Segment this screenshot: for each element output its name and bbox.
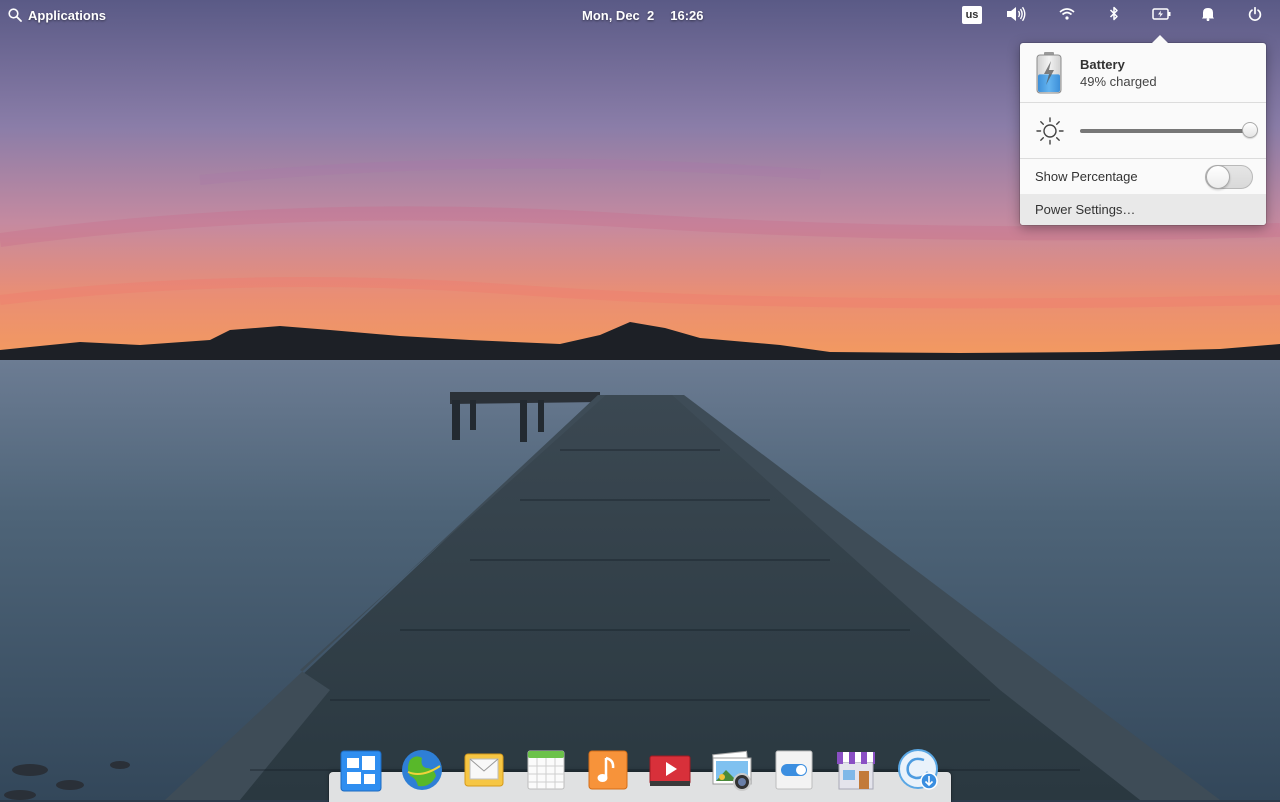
- show-percentage-label: Show Percentage: [1035, 169, 1138, 184]
- dock-item-videos[interactable]: [648, 748, 692, 792]
- date-time-indicator[interactable]: Mon, Dec 2 16:26: [582, 0, 704, 30]
- dock-item-system-settings[interactable]: [772, 748, 816, 792]
- calendar-icon: [527, 750, 565, 790]
- mail-icon: [464, 753, 504, 787]
- power-indicator[interactable]: [1149, 0, 1173, 30]
- bluetooth-icon: [1109, 6, 1119, 24]
- dock-item-calendar[interactable]: [524, 748, 568, 792]
- brightness-slider-track[interactable]: [1080, 129, 1250, 133]
- dock-item-installer[interactable]: [896, 748, 940, 792]
- system-settings-icon: [775, 750, 813, 790]
- appcenter-icon: [837, 752, 875, 790]
- power-icon: [1248, 6, 1262, 24]
- installer-icon: [898, 749, 938, 790]
- search-icon: [8, 8, 22, 22]
- dock-item-multitasking-view[interactable]: [338, 748, 382, 792]
- web-browser-icon: [402, 750, 442, 790]
- brightness-row: [1020, 103, 1266, 159]
- battery-status: 49% charged: [1080, 74, 1157, 89]
- music-icon: [588, 750, 628, 790]
- photos-icon: [712, 750, 752, 791]
- keyboard-indicator[interactable]: us: [960, 0, 984, 30]
- session-indicator[interactable]: [1243, 0, 1267, 30]
- dock-item-music[interactable]: [586, 748, 630, 792]
- dock-item-web-browser[interactable]: [400, 748, 444, 792]
- wifi-icon: [1059, 7, 1075, 23]
- battery-charging-large-icon: [1034, 52, 1064, 99]
- dock-item-photos[interactable]: [710, 748, 754, 792]
- notifications-indicator[interactable]: [1196, 0, 1220, 30]
- videos-icon: [649, 755, 691, 786]
- applications-label: Applications: [28, 7, 107, 23]
- dock-item-mail[interactable]: [462, 748, 506, 792]
- multitasking-view-icon: [340, 750, 382, 792]
- bell-icon: [1201, 6, 1215, 24]
- show-percentage-row: Show Percentage: [1020, 159, 1266, 194]
- keyboard-layout-badge: us: [962, 6, 982, 24]
- dock-item-appcenter[interactable]: [834, 748, 878, 792]
- battery-charging-icon: [1151, 7, 1171, 23]
- applications-menu-button[interactable]: Applications: [8, 0, 106, 30]
- power-settings-label: Power Settings…: [1035, 202, 1136, 217]
- network-indicator[interactable]: [1055, 0, 1079, 30]
- top-panel: Applications Mon, Dec 2 16:26 us: [0, 0, 1280, 30]
- battery-title: Battery: [1080, 57, 1125, 72]
- show-percentage-switch[interactable]: [1205, 165, 1253, 189]
- battery-row: Battery 49% charged: [1020, 43, 1266, 103]
- bluetooth-indicator[interactable]: [1102, 0, 1126, 30]
- power-settings-menu-item[interactable]: Power Settings…: [1020, 194, 1266, 225]
- sound-indicator[interactable]: [1004, 0, 1028, 30]
- date-label: Mon, Dec 2: [582, 7, 655, 23]
- power-popover: Battery 49% charged Show Percentage Powe…: [1020, 35, 1266, 225]
- brightness-slider-handle[interactable]: [1242, 122, 1258, 138]
- brightness-icon: [1035, 116, 1065, 151]
- switch-knob: [1206, 165, 1230, 189]
- time-label: 16:26: [670, 7, 704, 23]
- volume-icon: [1006, 6, 1026, 25]
